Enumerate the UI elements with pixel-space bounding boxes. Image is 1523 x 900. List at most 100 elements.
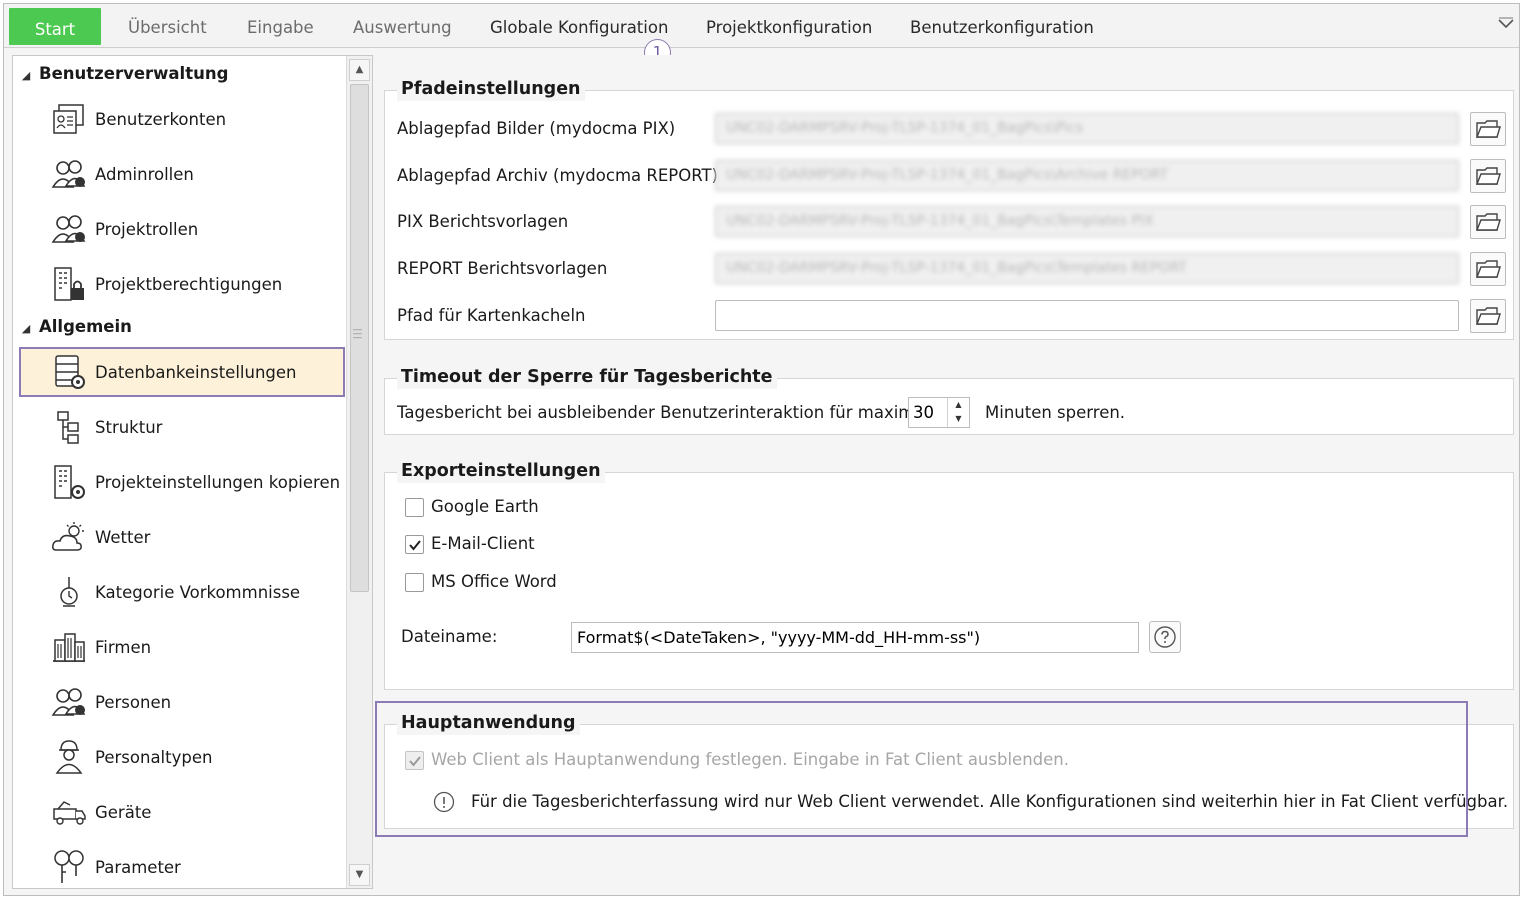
nav-item-struktur[interactable]: Struktur <box>19 402 345 452</box>
weather-icon <box>47 517 91 557</box>
nav-item-datenbankeinstellungen[interactable]: Datenbankeinstellungen <box>19 347 345 397</box>
nav-item-wetter[interactable]: Wetter <box>19 512 345 562</box>
path-input-archiv[interactable]: UNC02-DARMPSRV-Proj-TLSP-1374_01_BagPics… <box>715 160 1459 191</box>
checkbox-google-earth[interactable] <box>405 498 424 517</box>
browse-folder-button[interactable] <box>1470 205 1506 239</box>
nav-item-firmen[interactable]: Firmen <box>19 622 345 672</box>
checkbox-web-client-main-app[interactable] <box>405 751 424 770</box>
nav-item-label: Geräte <box>95 802 152 822</box>
database-settings-icon <box>47 352 91 392</box>
path-label: REPORT Berichtsvorlagen <box>397 259 608 278</box>
nav-item-label: Benutzerkonten <box>95 109 227 129</box>
path-input-pix-templates[interactable]: UNC02-DARMPSRV-Proj-TLSP-1374_01_BagPics… <box>715 206 1459 237</box>
browse-folder-button[interactable] <box>1470 299 1506 333</box>
persons-icon <box>47 682 91 722</box>
scroll-up-button[interactable]: ▲ <box>349 59 370 81</box>
tab-start[interactable]: Start <box>9 8 101 45</box>
timeout-stepper[interactable]: ▲ ▼ <box>908 397 970 428</box>
browse-folder-button[interactable] <box>1470 252 1506 286</box>
folder-icon <box>1475 167 1501 185</box>
nav-item-geraete[interactable]: Geräte <box>19 787 345 837</box>
section-export: Exporteinstellungen Google Earth E-Mail-… <box>384 459 1514 690</box>
admin-roles-icon <box>47 154 91 194</box>
nav-item-label: Kategorie Vorkommnisse <box>95 582 301 602</box>
project-roles-icon <box>47 209 91 249</box>
checkbox-label: MS Office Word <box>431 572 557 591</box>
checkbox-ms-office-word[interactable] <box>405 573 424 592</box>
left-navigation: ◢ Benutzerverwaltung Benutzerkonten Admin… <box>12 55 373 889</box>
timeout-label-before: Tagesbericht bei ausbleibender Benutzeri… <box>397 403 930 422</box>
folder-icon <box>1475 260 1501 278</box>
user-accounts-icon <box>47 99 91 139</box>
checkmark-icon <box>409 756 421 767</box>
filename-input[interactable] <box>571 622 1139 653</box>
scroll-grip-icon: ― ― ― <box>353 325 362 343</box>
nav-item-label: Firmen <box>95 637 152 657</box>
nav-item-label: Projekteinstellungen kopieren <box>95 472 341 492</box>
scroll-down-button[interactable]: ▼ <box>349 864 370 886</box>
path-input-bilder[interactable]: UNC02-DARMPSRV-Proj-TLSP-1374_01_BagPics… <box>715 113 1459 144</box>
nav-item-label: Datenbankeinstellungen <box>95 362 297 382</box>
equipment-icon <box>47 792 91 832</box>
stepper-buttons[interactable]: ▲ ▼ <box>947 398 969 427</box>
section-title: Exporteinstellungen <box>397 459 605 483</box>
nav-item-label: Struktur <box>95 417 163 437</box>
browse-folder-button[interactable] <box>1470 159 1506 193</box>
checkbox-label: Google Earth <box>431 497 539 516</box>
checkbox-email-client[interactable] <box>405 535 424 554</box>
filename-label: Dateiname: <box>401 627 498 646</box>
section-title: Hauptanwendung <box>397 711 580 735</box>
nav-item-label: Personaltypen <box>95 747 213 767</box>
folder-icon <box>1475 120 1501 138</box>
path-label: PIX Berichtsvorlagen <box>397 212 569 231</box>
checkbox-label: Web Client als Hauptanwendung festlegen.… <box>431 750 1069 769</box>
nav-item-personen[interactable]: Personen <box>19 677 345 727</box>
nav-item-projektberechtigungen[interactable]: Projektberechtigungen <box>19 259 345 309</box>
structure-icon <box>47 407 91 447</box>
checkmark-icon <box>409 540 421 551</box>
tab-globale-konfiguration[interactable]: Globale Konfiguration <box>490 16 668 40</box>
stepper-up-icon[interactable]: ▲ <box>948 398 969 412</box>
companies-icon <box>47 627 91 667</box>
help-icon <box>1154 626 1176 648</box>
nav-item-adminrollen[interactable]: Adminrollen <box>19 149 345 199</box>
tab-eingabe[interactable]: Eingabe <box>247 16 314 40</box>
nav-item-label: Projektberechtigungen <box>95 274 283 294</box>
path-label: Ablagepfad Archiv (mydocma REPORT) <box>397 166 718 185</box>
stepper-down-icon[interactable]: ▼ <box>948 412 969 426</box>
section-title: Timeout der Sperre für Tagesberichte <box>397 365 777 389</box>
section-main-app: Hauptanwendung Web Client als Hauptanwen… <box>384 711 1514 829</box>
nav-scrollbar[interactable]: ▲ ― ― ― ▼ <box>346 56 372 888</box>
path-input-report-templates[interactable]: UNC02-DARMPSRV-Proj-TLSP-1374_01_BagPics… <box>715 253 1459 284</box>
nav-item-label: Wetter <box>95 527 151 547</box>
nav-item-projekteinstellungen-kopieren[interactable]: Projekteinstellungen kopieren <box>19 457 345 507</box>
ribbon-tab-bar: Start Übersicht Eingabe Auswertung Globa… <box>4 4 1519 48</box>
parameter-icon <box>47 847 91 887</box>
tab-projektkonfiguration[interactable]: Projektkonfiguration <box>706 16 872 40</box>
timeout-label-after: Minuten sperren. <box>985 403 1126 422</box>
tab-auswertung[interactable]: Auswertung <box>353 16 452 40</box>
tab-benutzerkonfiguration[interactable]: Benutzerkonfiguration <box>910 16 1094 40</box>
help-button[interactable] <box>1149 621 1181 653</box>
info-text: Für die Tagesberichterfassung wird nur W… <box>471 792 1509 811</box>
folder-icon <box>1475 307 1501 325</box>
nav-item-benutzerkonten[interactable]: Benutzerkonten <box>19 94 345 144</box>
group-benutzerverwaltung[interactable]: ◢ Benutzerverwaltung <box>13 60 229 88</box>
nav-item-parameter[interactable]: Parameter <box>19 842 345 888</box>
browse-folder-button[interactable] <box>1470 112 1506 146</box>
ribbon-collapse-icon[interactable] <box>1496 16 1516 32</box>
folder-icon <box>1475 213 1501 231</box>
nav-item-personaltypen[interactable]: Personaltypen <box>19 732 345 782</box>
nav-item-projektrollen[interactable]: Projektrollen <box>19 204 345 254</box>
path-input-map-tiles[interactable] <box>715 300 1459 331</box>
nav-item-kategorie-vorkommnisse[interactable]: Kategorie Vorkommnisse <box>19 567 345 617</box>
tab-uebersicht[interactable]: Übersicht <box>128 16 207 40</box>
nav-item-label: Projektrollen <box>95 219 199 239</box>
section-timeout: Timeout der Sperre für Tagesberichte Tag… <box>384 365 1514 435</box>
timeout-input[interactable] <box>909 398 945 427</box>
group-allgemein[interactable]: ◢ Allgemein <box>13 313 132 341</box>
section-paths: Pfadeinstellungen Ablagepfad Bilder (myd… <box>384 77 1514 340</box>
section-title: Pfadeinstellungen <box>397 77 585 101</box>
info-icon <box>433 791 455 813</box>
copy-project-settings-icon <box>47 462 91 502</box>
